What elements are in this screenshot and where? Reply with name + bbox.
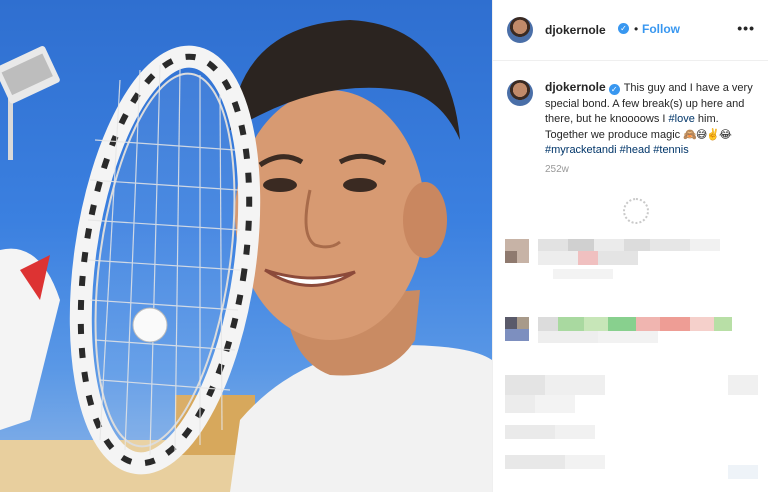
post-header: djokernole ✓ • Follow ••• bbox=[493, 0, 768, 61]
left-eye bbox=[263, 178, 297, 192]
caption-emojis: 🙈😅✌️😂 bbox=[683, 128, 732, 141]
light-pole bbox=[0, 46, 60, 160]
caption-username[interactable]: djokernole bbox=[545, 80, 606, 94]
face bbox=[235, 90, 425, 340]
pixelated-comments bbox=[505, 239, 758, 479]
right-eye bbox=[343, 178, 377, 192]
pixelated-comment-2 bbox=[505, 317, 732, 343]
post-photo[interactable] bbox=[0, 0, 492, 492]
hashtag-love[interactable]: #love bbox=[669, 113, 695, 125]
ear bbox=[403, 182, 447, 258]
post-age[interactable]: 252w bbox=[545, 164, 569, 175]
hashtag-head[interactable]: #head bbox=[620, 144, 651, 156]
pixelated-comment-1 bbox=[505, 239, 720, 279]
more-options-icon[interactable]: ••• bbox=[737, 20, 755, 36]
verified-badge-icon: ✓ bbox=[608, 84, 620, 95]
hashtag-myracketandi[interactable]: #myracketandi bbox=[545, 144, 617, 156]
post-side-panel: djokernole ✓ • Follow ••• djokernole ✓ Thi… bbox=[492, 0, 768, 492]
avatar[interactable] bbox=[507, 17, 533, 43]
verified-badge-icon: ✓ bbox=[618, 23, 629, 34]
caption-text: djokernole ✓ This guy and I have a very sp… bbox=[545, 80, 759, 159]
hashtag-tennis[interactable]: #tennis bbox=[653, 144, 688, 156]
header-username[interactable]: djokernole bbox=[545, 23, 606, 37]
pixelated-comment-3 bbox=[505, 375, 758, 479]
follow-button[interactable]: Follow bbox=[642, 22, 680, 36]
loading-spinner-icon bbox=[623, 198, 649, 224]
photo-illustration bbox=[0, 20, 492, 492]
caption-avatar[interactable] bbox=[507, 80, 533, 106]
separator-dot: • bbox=[634, 22, 639, 36]
